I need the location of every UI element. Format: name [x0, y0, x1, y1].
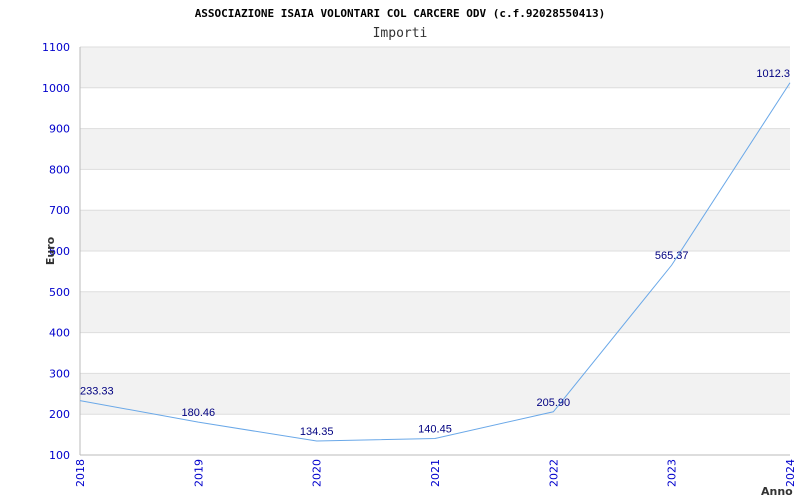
x-axis-ticks: 2018 2019 2020 2021 2022 2023 2024 [74, 459, 797, 487]
background-band [80, 169, 790, 211]
y-tick-label: 800 [49, 163, 70, 176]
y-tick-label: 500 [49, 286, 70, 299]
y-tick-label: 700 [49, 204, 70, 217]
x-tick-label: 2021 [429, 459, 442, 487]
data-label: 205.90 [537, 397, 571, 409]
data-label: 1012.3 [756, 68, 790, 80]
background-band [80, 332, 790, 374]
x-tick-label: 2023 [666, 459, 679, 487]
background-band [80, 128, 790, 170]
data-label: 140.45 [418, 423, 452, 435]
x-tick-label: 2019 [192, 459, 205, 487]
y-tick-label: 400 [49, 327, 70, 340]
x-tick-label: 2018 [74, 459, 87, 487]
data-label: 180.46 [182, 407, 216, 419]
y-tick-label: 300 [49, 367, 70, 380]
x-tick-label: 2022 [547, 459, 560, 487]
background-band [80, 47, 790, 88]
y-tick-label: 200 [49, 408, 70, 421]
y-tick-label: 100 [49, 449, 70, 462]
x-axis-label: Anno [761, 485, 793, 498]
chart-subtitle: Importi [373, 26, 428, 41]
background-band [80, 87, 790, 129]
y-tick-label: 1100 [42, 41, 70, 54]
background-band [80, 291, 790, 333]
data-label: 134.35 [300, 426, 334, 438]
chart-title: ASSOCIAZIONE ISAIA VOLONTARI COL CARCERE… [195, 7, 606, 20]
data-label: 565.37 [655, 250, 689, 262]
y-tick-label: 900 [49, 123, 70, 136]
line-chart: ASSOCIAZIONE ISAIA VOLONTARI COL CARCERE… [42, 7, 797, 498]
y-axis-label: Euro [44, 236, 57, 265]
background-band [80, 210, 790, 251]
x-tick-label: 2024 [784, 459, 797, 487]
data-label: 233.33 [80, 386, 114, 398]
y-tick-label: 1000 [42, 82, 70, 95]
x-tick-label: 2020 [311, 459, 324, 487]
